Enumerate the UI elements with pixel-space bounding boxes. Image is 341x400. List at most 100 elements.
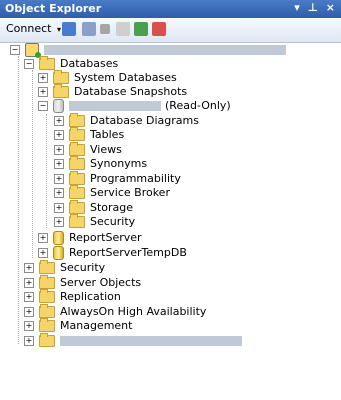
- folder-icon: [69, 171, 85, 185]
- tree-node-security[interactable]: + Security: [24, 260, 106, 275]
- tree-node-synonyms[interactable]: + Synonyms: [54, 156, 148, 171]
- folder-icon: [39, 333, 55, 347]
- folder-icon: [39, 56, 55, 70]
- folder-icon: [69, 200, 85, 214]
- tree-node-redacted[interactable]: +: [24, 333, 242, 348]
- database-icon: [53, 246, 64, 260]
- tree-node-management[interactable]: + Management: [24, 318, 133, 333]
- expand-icon[interactable]: +: [24, 321, 34, 331]
- expand-icon[interactable]: +: [24, 263, 34, 273]
- title-icons: ▾ ⊥ ×: [294, 1, 335, 14]
- tree-node-readonly-database[interactable]: − (Read-Only): [38, 99, 231, 113]
- tree-node-databases[interactable]: − Databases: [24, 56, 119, 71]
- node-label: Programmability: [90, 172, 181, 185]
- database-icon: [53, 99, 64, 113]
- node-label: Database Diagrams: [90, 114, 199, 127]
- close-icon[interactable]: ×: [326, 1, 335, 14]
- activity-monitor-icon[interactable]: [152, 22, 166, 36]
- expand-icon[interactable]: +: [24, 278, 34, 288]
- collapse-icon[interactable]: −: [10, 45, 20, 55]
- connect-object-explorer-icon[interactable]: [62, 22, 76, 36]
- connect-label: Connect: [6, 22, 52, 35]
- tree-node-system-databases[interactable]: + System Databases: [38, 70, 177, 85]
- folder-icon: [69, 156, 85, 170]
- tree-node-service-broker[interactable]: + Service Broker: [54, 185, 170, 200]
- node-label: Database Snapshots: [74, 85, 188, 98]
- pin-icon[interactable]: ⊥: [308, 1, 318, 14]
- panel-title: Object Explorer: [5, 2, 102, 15]
- expand-icon[interactable]: +: [54, 130, 64, 140]
- node-label: Management: [60, 319, 133, 332]
- expand-icon[interactable]: +: [24, 307, 34, 317]
- expand-icon[interactable]: +: [38, 87, 48, 97]
- folder-icon: [69, 113, 85, 127]
- folder-icon: [39, 260, 55, 274]
- disconnect-icon[interactable]: [82, 22, 96, 36]
- title-bar: Object Explorer ▾ ⊥ ×: [0, 0, 341, 18]
- filter-icon[interactable]: [116, 22, 130, 36]
- node-label: Server Objects: [60, 276, 142, 289]
- folder-icon: [69, 185, 85, 199]
- tree-node-views[interactable]: + Views: [54, 142, 122, 157]
- tree-node-db-security[interactable]: + Security: [54, 214, 135, 229]
- node-label: Tables: [90, 128, 125, 141]
- folder-icon: [39, 275, 55, 289]
- expand-icon[interactable]: +: [38, 233, 48, 243]
- folder-icon: [39, 289, 55, 303]
- node-label: Views: [90, 143, 122, 156]
- toolbar: Connect ▾: [0, 18, 341, 43]
- expand-icon[interactable]: +: [38, 248, 48, 258]
- expand-icon[interactable]: +: [54, 159, 64, 169]
- folder-icon: [39, 304, 55, 318]
- database-icon: [53, 231, 64, 245]
- readonly-label: (Read-Only): [165, 99, 231, 112]
- connect-button[interactable]: Connect ▾: [6, 22, 61, 35]
- tree-node-server[interactable]: −: [10, 43, 286, 58]
- tree-node-database-snapshots[interactable]: + Database Snapshots: [38, 84, 188, 99]
- expand-icon[interactable]: +: [24, 292, 34, 302]
- folder-icon: [53, 70, 69, 84]
- node-label: Security: [60, 261, 106, 274]
- node-label: ReportServer: [69, 231, 142, 244]
- refresh-icon[interactable]: [134, 22, 148, 36]
- stop-icon[interactable]: [100, 24, 110, 34]
- tree-node-server-objects[interactable]: + Server Objects: [24, 275, 142, 290]
- node-label: System Databases: [74, 71, 177, 84]
- collapse-icon[interactable]: −: [38, 101, 48, 111]
- tree-node-programmability[interactable]: + Programmability: [54, 171, 181, 186]
- tree-node-reportserver[interactable]: + ReportServer: [38, 231, 142, 245]
- node-label: Storage: [90, 201, 134, 214]
- node-name-redacted: [60, 336, 242, 346]
- expand-icon[interactable]: +: [54, 145, 64, 155]
- tree-node-replication[interactable]: + Replication: [24, 289, 121, 304]
- server-icon: [25, 43, 41, 58]
- expand-icon[interactable]: +: [54, 174, 64, 184]
- tree-node-alwayson[interactable]: + AlwaysOn High Availability: [24, 304, 207, 319]
- folder-icon: [53, 84, 69, 98]
- dropdown-icon[interactable]: ▾: [294, 1, 300, 14]
- folder-icon: [69, 142, 85, 156]
- server-name-redacted: [44, 45, 286, 55]
- tree-node-tables[interactable]: + Tables: [54, 127, 125, 142]
- expand-icon[interactable]: +: [38, 73, 48, 83]
- expand-icon[interactable]: +: [54, 188, 64, 198]
- chevron-down-icon: ▾: [56, 25, 61, 34]
- expand-icon[interactable]: +: [54, 203, 64, 213]
- folder-icon: [69, 214, 85, 228]
- expand-icon[interactable]: +: [54, 116, 64, 126]
- collapse-icon[interactable]: −: [24, 59, 34, 69]
- node-label: ReportServerTempDB: [69, 246, 187, 259]
- expand-icon[interactable]: +: [54, 217, 64, 227]
- expand-icon[interactable]: +: [24, 336, 34, 346]
- node-label: Databases: [60, 57, 119, 70]
- object-explorer-panel: Object Explorer ▾ ⊥ × Connect ▾ − − Data…: [0, 0, 341, 400]
- tree-node-reportservertempdb[interactable]: + ReportServerTempDB: [38, 246, 187, 260]
- tree-node-database-diagrams[interactable]: + Database Diagrams: [54, 113, 199, 128]
- node-label: AlwaysOn High Availability: [60, 305, 207, 318]
- folder-icon: [39, 318, 55, 332]
- node-label: Service Broker: [90, 186, 170, 199]
- database-name-redacted: [69, 101, 161, 111]
- folder-icon: [69, 127, 85, 141]
- node-label: Synonyms: [90, 157, 148, 170]
- tree-node-storage[interactable]: + Storage: [54, 200, 134, 215]
